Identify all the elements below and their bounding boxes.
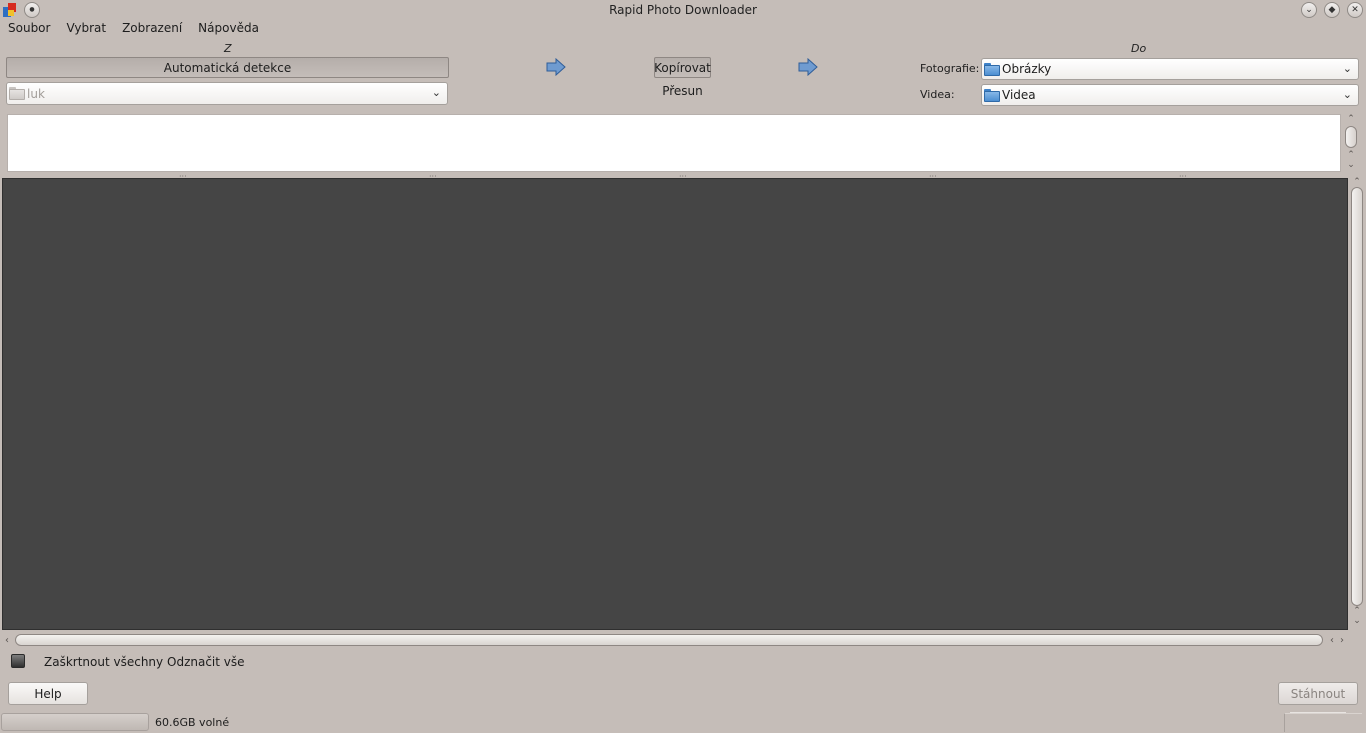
thumbnail-horizontal-scrollbar[interactable]: ‹ ‹ › bbox=[0, 632, 1349, 648]
folder-icon bbox=[9, 87, 25, 100]
scroll-up-icon[interactable]: ⌃ bbox=[1349, 606, 1365, 616]
folder-icon bbox=[984, 88, 1000, 102]
chevron-down-icon: ⌄ bbox=[1342, 62, 1352, 75]
help-button[interactable]: Help bbox=[8, 682, 88, 705]
videos-label: Videa: bbox=[920, 88, 955, 101]
chevron-down-icon: ⌄ bbox=[1305, 4, 1313, 15]
title-bar: ● Rapid Photo Downloader ⌄ ◆ ✕ bbox=[0, 0, 1366, 20]
select-all-checkbox[interactable] bbox=[11, 654, 25, 668]
scroll-left-icon[interactable]: ‹ bbox=[2, 635, 12, 646]
source-label: Z bbox=[224, 42, 232, 55]
folder-icon bbox=[984, 62, 1000, 76]
scroll-handle[interactable] bbox=[1345, 126, 1357, 148]
destination-label: Do bbox=[1131, 42, 1147, 55]
download-progress-bar bbox=[1, 713, 149, 731]
menu-vybrat[interactable]: Vybrat bbox=[58, 20, 114, 38]
videos-destination-combo[interactable]: Videa ⌄ bbox=[981, 84, 1359, 106]
window-title: Rapid Photo Downloader bbox=[609, 3, 757, 17]
menu-soubor[interactable]: Soubor bbox=[0, 20, 58, 38]
photos-label: Fotografie: bbox=[920, 62, 980, 75]
chevron-down-icon: ⌄ bbox=[431, 86, 441, 99]
close-button[interactable]: ✕ bbox=[1347, 2, 1363, 18]
autodetect-button[interactable]: Automatická detekce bbox=[6, 57, 449, 78]
scroll-handle[interactable] bbox=[1351, 187, 1363, 606]
arrow-right-icon bbox=[798, 58, 818, 76]
maximize-icon: ◆ bbox=[1328, 4, 1336, 15]
chevron-down-icon: ⌄ bbox=[1342, 88, 1352, 101]
scroll-up-icon[interactable]: ⌃ bbox=[1343, 150, 1359, 160]
device-panel bbox=[7, 114, 1341, 172]
status-area bbox=[1284, 713, 1362, 732]
thumbnail-vertical-scrollbar[interactable]: ⌃ ⌃ ⌄ bbox=[1349, 177, 1365, 632]
scroll-up-icon[interactable]: ⌃ bbox=[1349, 177, 1365, 187]
scroll-up-icon[interactable]: ⌃ bbox=[1343, 114, 1359, 124]
scroll-down-icon[interactable]: ⌄ bbox=[1343, 160, 1359, 170]
close-icon: ✕ bbox=[1351, 4, 1359, 15]
uncheck-all-button[interactable]: Odznačit vše bbox=[167, 655, 245, 669]
menu-napoveda[interactable]: Nápověda bbox=[190, 20, 267, 38]
download-button[interactable]: Stáhnout bbox=[1278, 682, 1358, 705]
thumbnail-area[interactable] bbox=[2, 178, 1348, 630]
maximize-button[interactable]: ◆ bbox=[1324, 2, 1340, 18]
photos-destination-value: Obrázky bbox=[1002, 62, 1052, 76]
minimize-button[interactable]: ⌄ bbox=[1301, 2, 1317, 18]
copy-button[interactable]: Kopírovat bbox=[654, 57, 711, 78]
free-space-label: 60.6GB volné bbox=[155, 716, 230, 729]
scroll-left-icon[interactable]: ‹ bbox=[1327, 635, 1337, 646]
scroll-down-icon[interactable]: ⌄ bbox=[1349, 616, 1365, 626]
menu-bar: Soubor Vybrat Zobrazení Nápověda bbox=[0, 20, 600, 38]
move-option[interactable]: Přesun bbox=[654, 84, 711, 98]
scroll-handle[interactable] bbox=[15, 634, 1323, 646]
menu-zobrazeni[interactable]: Zobrazení bbox=[114, 20, 190, 38]
scroll-right-icon[interactable]: › bbox=[1337, 635, 1347, 646]
arrow-right-icon bbox=[546, 58, 566, 76]
device-panel-scrollbar[interactable]: ⌃ ⌃ ⌄ bbox=[1343, 114, 1359, 174]
videos-destination-value: Videa bbox=[1002, 88, 1036, 102]
source-location-combo[interactable]: luk ⌄ bbox=[6, 82, 448, 105]
source-location-value: luk bbox=[27, 86, 45, 101]
photos-destination-combo[interactable]: Obrázky ⌄ bbox=[981, 58, 1359, 80]
check-all-button[interactable]: Zaškrtnout všechny bbox=[44, 655, 163, 669]
